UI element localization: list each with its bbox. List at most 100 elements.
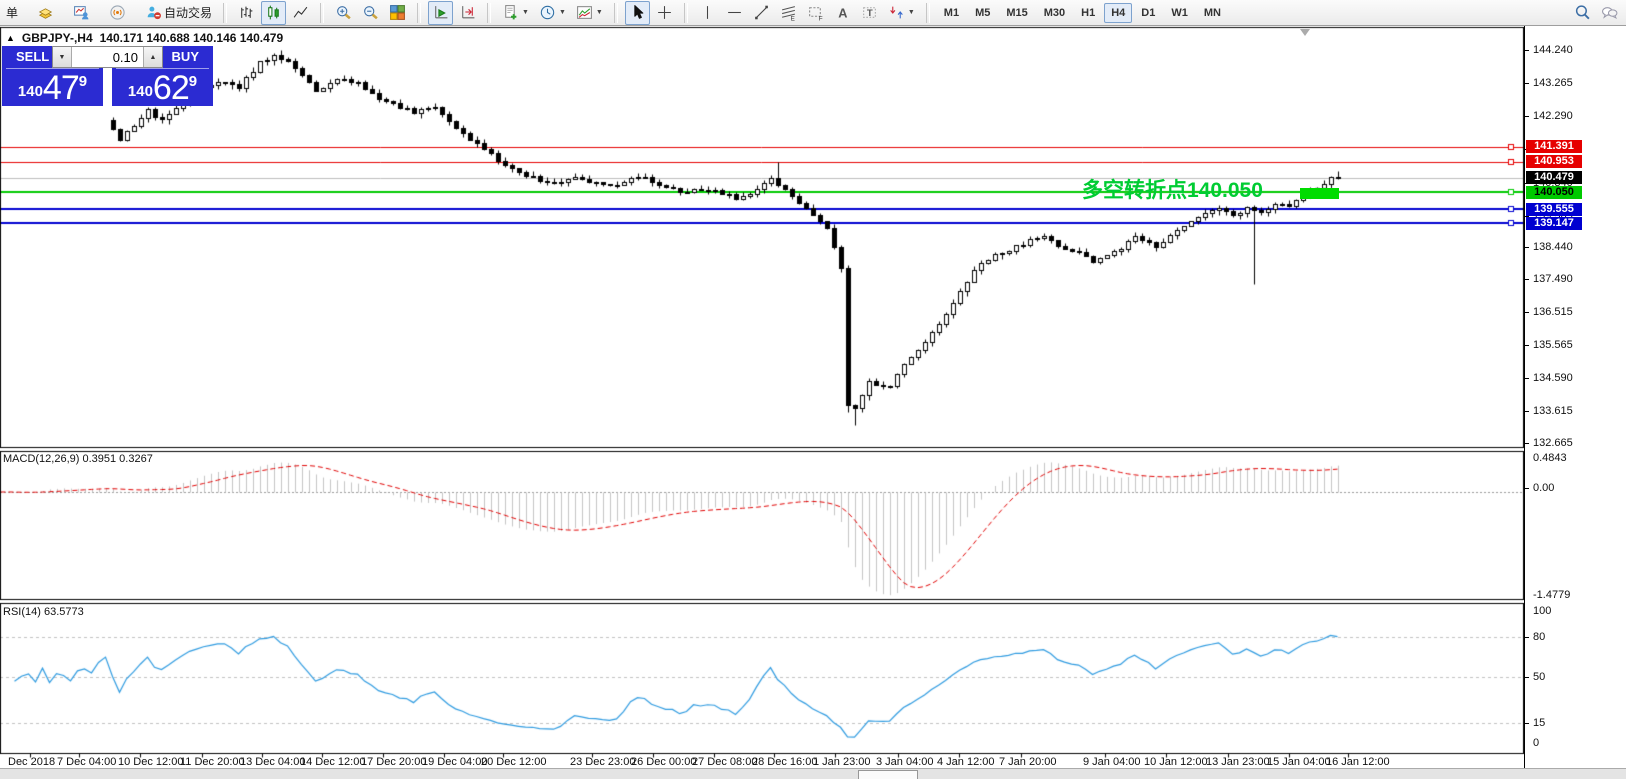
autotrading-button[interactable]: 自动交易: [141, 1, 216, 25]
signals-button[interactable]: [105, 1, 130, 25]
signals-icon: [109, 4, 126, 21]
history-center-icon: [37, 4, 54, 21]
bar-chart-icon: [238, 4, 255, 21]
time-tick-label: Dec 2018: [8, 756, 55, 768]
price-tick-label: 132.665: [1533, 437, 1573, 449]
timeframe-button-h1[interactable]: H1: [1074, 3, 1102, 23]
scrollbar-thumb[interactable]: [858, 770, 918, 779]
chart-window-button[interactable]: [69, 1, 94, 25]
rsi-tick-label: 0: [1533, 737, 1539, 749]
autotrading-button-label: 自动交易: [164, 4, 212, 21]
time-tick-label: 7 Jan 20:00: [999, 756, 1057, 768]
dropdown-caret-icon[interactable]: ▼: [522, 9, 529, 16]
timeframe-button-m15[interactable]: M15: [999, 3, 1034, 23]
highlight-rectangle[interactable]: [1300, 188, 1339, 199]
trend-turning-point-annotation[interactable]: 多空转折点140.050: [1082, 174, 1263, 204]
timeframe-button-m1[interactable]: M1: [937, 3, 966, 23]
chat-button[interactable]: [1597, 1, 1622, 25]
axis-tick-mark: [1525, 723, 1529, 724]
timeframe-button-h4[interactable]: H4: [1104, 3, 1132, 23]
autotrade-icon: [145, 4, 162, 21]
timeframe-button-mn[interactable]: MN: [1197, 3, 1228, 23]
tile-windows-button[interactable]: [385, 1, 410, 25]
axis-tick-mark: [1525, 247, 1529, 248]
axis-tick-mark: [1525, 312, 1529, 313]
auto-scroll-icon: [432, 4, 449, 21]
candlestick-chart-button[interactable]: [261, 1, 286, 25]
dropdown-caret-icon[interactable]: ▼: [908, 9, 915, 16]
symbol-period-label: GBPJPY-,H4: [22, 31, 93, 45]
text-button[interactable]: A: [830, 1, 855, 25]
zoom-in-button[interactable]: [331, 1, 356, 25]
timeframe-button-m30[interactable]: M30: [1037, 3, 1072, 23]
new-order-button[interactable]: 单: [2, 1, 22, 25]
horizontal-scrollbar[interactable]: [0, 768, 1626, 779]
horizontal-line-button[interactable]: [722, 1, 747, 25]
sell-price-prefix: 140: [18, 83, 43, 106]
zoom-out-button[interactable]: [358, 1, 383, 25]
crosshair-icon: [656, 4, 673, 21]
panel-collapse-icon[interactable]: ▲: [6, 33, 15, 43]
toolbar: 单 自动交易 ▼ ▼ ▼ EFA T ▼ M1M5M15M30H1H4D1W1MN: [0, 0, 1626, 26]
trendline-button[interactable]: [749, 1, 774, 25]
text-label-button[interactable]: T: [857, 1, 882, 25]
chart-shift-marker-icon[interactable]: [1300, 29, 1310, 36]
history-center-button[interactable]: [33, 1, 58, 25]
time-tick-label: 26 Dec 00:00: [631, 756, 696, 768]
axis-tick-mark: [1525, 488, 1529, 489]
price-tick-label: 137.490: [1533, 273, 1573, 285]
chart-title: ▲ GBPJPY-,H4 140.171 140.688 140.146 140…: [6, 31, 283, 45]
text-label-icon: T: [861, 4, 878, 21]
price-tick-label: 138.440: [1533, 241, 1573, 253]
price-tick-label: 134.590: [1533, 372, 1573, 384]
ohlc-values: 140.171 140.688 140.146 140.479: [100, 31, 284, 45]
toolbar-separator: [320, 3, 324, 23]
dropdown-caret-icon[interactable]: ▼: [559, 9, 566, 16]
chart-shift-button[interactable]: [455, 1, 480, 25]
time-tick-label: 4 Jan 12:00: [937, 756, 995, 768]
line-chart-icon: [292, 4, 309, 21]
time-tick-label: 3 Jan 04:00: [876, 756, 934, 768]
axis-tick-mark: [1525, 83, 1529, 84]
time-tick-label: 13 Dec 04:00: [240, 756, 305, 768]
vertical-line-button[interactable]: [695, 1, 720, 25]
volume-decrease-button[interactable]: ▼: [53, 47, 72, 67]
macd-tick-label: 0.00: [1533, 482, 1554, 494]
cursor-button[interactable]: [625, 1, 650, 25]
search-button[interactable]: [1570, 1, 1595, 25]
chart-shift-icon: [459, 4, 476, 21]
new-order-menu-button[interactable]: ▼: [498, 1, 533, 25]
buy-price-prefix: 140: [128, 83, 153, 106]
level-label: 139.147: [1526, 217, 1582, 230]
time-tick-label: 9 Jan 04:00: [1083, 756, 1141, 768]
crosshair-button[interactable]: [652, 1, 677, 25]
templates-menu-button[interactable]: ▼: [572, 1, 607, 25]
level-label: 140.050: [1526, 186, 1582, 199]
trendline-icon: [753, 4, 770, 21]
periods-menu-button[interactable]: ▼: [535, 1, 570, 25]
toolbar-separator: [614, 3, 618, 23]
dropdown-caret-icon[interactable]: ▼: [596, 9, 603, 16]
timeframe-button-w1[interactable]: W1: [1164, 3, 1195, 23]
arrows-icon: [888, 4, 905, 21]
arrows-button[interactable]: ▼: [884, 1, 919, 25]
price-chart-canvas[interactable]: [0, 26, 1524, 768]
price-tick-label: 142.290: [1533, 110, 1573, 122]
volume-input[interactable]: [72, 47, 143, 67]
auto-scroll-button[interactable]: [428, 1, 453, 25]
timeframe-button-d1[interactable]: D1: [1134, 3, 1162, 23]
timeframe-button-m5[interactable]: M5: [968, 3, 997, 23]
fibonacci-icon: E: [780, 4, 797, 21]
line-chart-button[interactable]: [288, 1, 313, 25]
price-tick-label: 144.240: [1533, 44, 1573, 56]
volume-increase-button[interactable]: ▲: [143, 47, 162, 67]
one-click-trading-panel: SELL 140479 BUY 140629 ▼ ▲: [2, 46, 213, 106]
fibonacci-button[interactable]: E: [776, 1, 801, 25]
time-tick-label: 11 Dec 20:00: [180, 756, 245, 768]
time-tick-label: 7 Dec 04:00: [57, 756, 116, 768]
bar-chart-button[interactable]: [234, 1, 259, 25]
mt4-chart-window: 单 自动交易 ▼ ▼ ▼ EFA T ▼ M1M5M15M30H1H4D1W1MN ▲ GBPJ…: [0, 0, 1626, 779]
equidistant-channel-button[interactable]: F: [803, 1, 828, 25]
rsi-tick-label: 100: [1533, 605, 1551, 617]
svg-text:T: T: [867, 8, 873, 19]
